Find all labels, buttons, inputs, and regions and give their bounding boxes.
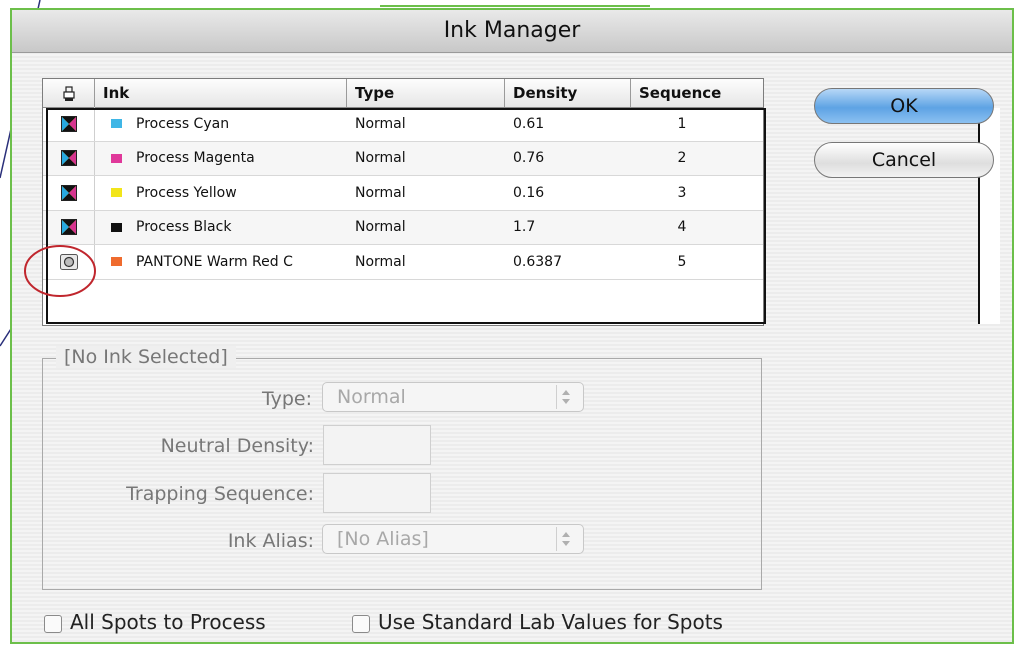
ink-type-cell: Normal — [355, 150, 406, 167]
column-header-density[interactable]: Density — [505, 79, 631, 107]
table-header: Ink Type Density Sequence — [43, 79, 763, 108]
table-scrollbar[interactable] — [978, 108, 1000, 324]
process-ink-icon — [60, 184, 77, 201]
column-header-lock[interactable] — [43, 79, 95, 107]
ink-swatch — [111, 119, 122, 129]
ink-swatch — [111, 153, 122, 163]
ink-name-cell: Process Magenta — [95, 150, 347, 166]
updown-arrows-icon — [556, 527, 570, 551]
standard-lab-checkbox[interactable] — [352, 615, 370, 633]
ink-name-cell: Process Yellow — [95, 185, 347, 201]
updown-arrows-icon — [556, 385, 570, 409]
ink-name-cell: Process Cyan — [95, 116, 347, 132]
ink-alias-label: Ink Alias: — [227, 530, 314, 552]
group-title: [No Ink Selected] — [56, 346, 236, 368]
ink-name-cell: Process Black — [95, 219, 347, 235]
ink-density-cell: 0.16 — [513, 184, 545, 201]
table-row[interactable]: PANTONE Warm Red C Normal 0.6387 5 — [43, 245, 763, 280]
trapping-sequence-label: Trapping Sequence: — [126, 483, 314, 505]
column-header-type[interactable]: Type — [347, 79, 505, 107]
ink-rows: Process Cyan Normal 0.61 1 Process Magen… — [43, 107, 763, 327]
all-spots-label[interactable]: All Spots to Process — [70, 610, 266, 634]
ink-name-cell: PANTONE Warm Red C — [95, 254, 347, 270]
column-header-ink[interactable]: Ink — [95, 79, 347, 107]
table-row[interactable]: Process Cyan Normal 0.61 1 — [43, 107, 763, 142]
ink-swatch — [111, 257, 122, 267]
ink-type-cell: Normal — [355, 184, 406, 201]
type-label: Type: — [261, 388, 312, 410]
ink-type-icon-cell[interactable] — [43, 176, 95, 210]
neutral-density-label: Neutral Density: — [160, 435, 314, 457]
highlight-circle — [24, 245, 96, 297]
standard-lab-label[interactable]: Use Standard Lab Values for Spots — [378, 610, 723, 634]
ink-sequence-cell: 1 — [677, 115, 687, 132]
trapping-sequence-field[interactable] — [323, 473, 431, 513]
ink-type-icon-cell[interactable] — [43, 107, 95, 141]
ink-type-icon-cell[interactable] — [43, 141, 95, 175]
table-row[interactable]: Process Yellow Normal 0.16 3 — [43, 176, 763, 211]
neutral-density-field[interactable] — [323, 425, 431, 465]
ink-alias-select[interactable]: [No Alias] — [322, 524, 584, 554]
ink-type-icon-cell[interactable] — [43, 210, 95, 244]
ink-manager-dialog: Ink Manager Ink Type Density Sequence Pr… — [10, 8, 1014, 644]
ok-button[interactable]: OK — [814, 88, 994, 124]
ink-sequence-cell: 3 — [677, 184, 687, 201]
ink-density-cell: 1.7 — [513, 219, 536, 236]
ink-sequence-cell: 2 — [677, 150, 687, 167]
type-select[interactable]: Normal — [322, 382, 584, 412]
ink-alias-select-value: [No Alias] — [337, 528, 429, 550]
all-spots-checkbox[interactable] — [44, 615, 62, 633]
ink-density-cell: 0.6387 — [513, 253, 562, 270]
ink-sequence-cell: 4 — [677, 219, 687, 236]
cancel-button[interactable]: Cancel — [814, 142, 994, 178]
type-select-value: Normal — [337, 386, 406, 408]
process-ink-icon — [60, 150, 77, 167]
table-row[interactable]: Process Black Normal 1.7 4 — [43, 210, 763, 245]
ink-swatch — [111, 222, 122, 232]
ink-type-cell: Normal — [355, 219, 406, 236]
process-ink-icon — [60, 219, 77, 236]
ink-density-cell: 0.61 — [513, 115, 545, 132]
print-icon — [62, 85, 75, 101]
ink-density-cell: 0.76 — [513, 150, 545, 167]
ink-swatch — [111, 188, 122, 198]
process-ink-icon — [60, 115, 77, 132]
window-title: Ink Manager — [12, 10, 1012, 53]
ink-sequence-cell: 5 — [677, 253, 687, 270]
column-header-sequence[interactable]: Sequence — [631, 79, 763, 107]
ink-table: Ink Type Density Sequence Process Cyan N… — [42, 78, 764, 326]
ink-type-cell: Normal — [355, 253, 406, 270]
table-row[interactable]: Process Magenta Normal 0.76 2 — [43, 141, 763, 176]
ink-type-cell: Normal — [355, 115, 406, 132]
